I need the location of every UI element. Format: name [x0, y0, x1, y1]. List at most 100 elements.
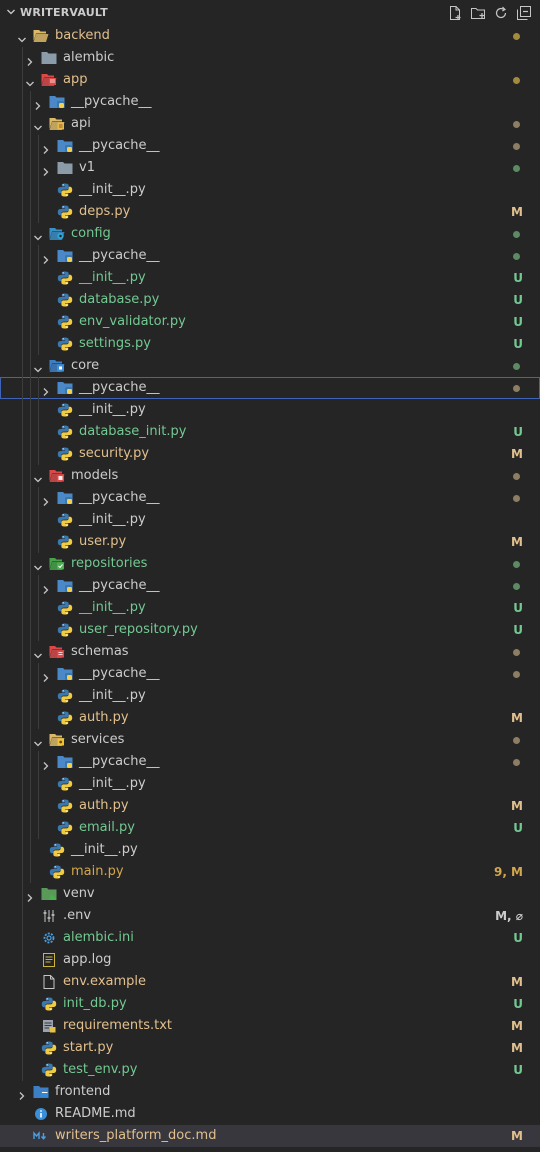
file-row[interactable]: user.py M [0, 531, 540, 553]
explorer-header[interactable]: WRITERVAULT [0, 0, 540, 26]
chevron-right-icon[interactable] [41, 493, 51, 506]
git-status-dot [513, 583, 520, 590]
file-row[interactable]: init_db.py U [0, 993, 540, 1015]
chevron-right-icon[interactable] [41, 669, 51, 682]
folder-row[interactable]: __pycache__ [0, 135, 540, 157]
folder-row[interactable]: frontend [0, 1081, 540, 1103]
git-status-badge: 9, M [493, 865, 523, 879]
chevron-right-icon[interactable] [17, 1087, 27, 1100]
folder-row[interactable]: app [0, 69, 540, 91]
folder-row[interactable]: services [0, 729, 540, 751]
chevron-right-icon[interactable] [33, 97, 43, 110]
folder-row[interactable]: venv [0, 883, 540, 905]
folder-row[interactable]: __pycache__ [0, 663, 540, 685]
file-row[interactable]: writers_platform_doc.md M [0, 1125, 540, 1147]
chevron-down-icon[interactable] [6, 7, 16, 17]
file-row[interactable]: test_env.py U [0, 1059, 540, 1081]
folder-schemas-icon [49, 645, 65, 659]
chevron-down-icon[interactable] [33, 119, 43, 131]
new-file-icon[interactable] [447, 5, 463, 21]
file-row[interactable]: README.md [0, 1103, 540, 1125]
chevron-right-icon[interactable] [41, 163, 51, 176]
chevron-right-icon[interactable] [41, 251, 51, 264]
folder-row[interactable]: core [0, 355, 540, 377]
git-status-badge: U [513, 931, 523, 945]
folder-label: app [63, 72, 88, 87]
file-label: app.log [63, 952, 112, 967]
file-row[interactable]: __init__.py [0, 685, 540, 707]
folder-row[interactable]: __pycache__ [0, 377, 540, 399]
chevron-down-icon[interactable] [17, 31, 27, 43]
chevron-right-icon[interactable] [41, 757, 51, 770]
file-row[interactable]: settings.py U [0, 333, 540, 355]
chevron-right-icon[interactable] [25, 53, 35, 66]
file-row[interactable]: auth.py M [0, 707, 540, 729]
folder-row[interactable]: backend [0, 25, 540, 47]
file-row[interactable]: deps.py M [0, 201, 540, 223]
chevron-down-icon[interactable] [33, 361, 43, 373]
folder-row[interactable]: api [0, 113, 540, 135]
file-row[interactable]: alembic.ini U [0, 927, 540, 949]
file-row[interactable]: user_repository.py U [0, 619, 540, 641]
file-row[interactable]: database_init.py U [0, 421, 540, 443]
file-row[interactable]: requirements.txt M [0, 1015, 540, 1037]
chevron-right-icon[interactable] [25, 889, 35, 902]
file-row[interactable]: __init__.py [0, 839, 540, 861]
file-row[interactable]: __init__.py [0, 399, 540, 421]
file-row[interactable]: .env M, ⌀ [0, 905, 540, 927]
chevron-right-icon[interactable] [41, 383, 51, 396]
git-status-dot [513, 759, 520, 766]
file-row[interactable]: email.py U [0, 817, 540, 839]
file-row[interactable]: main.py 9, M [0, 861, 540, 883]
file-row[interactable]: __init__.py [0, 773, 540, 795]
indent-guide [22, 443, 23, 465]
folder-row[interactable]: schemas [0, 641, 540, 663]
file-row[interactable]: auth.py M [0, 795, 540, 817]
folder-row[interactable]: __pycache__ [0, 487, 540, 509]
file-row[interactable]: env.example M [0, 971, 540, 993]
indent-guide [30, 751, 31, 773]
folder-row[interactable]: config [0, 223, 540, 245]
indent-guide [22, 861, 23, 883]
git-status-badge: M [511, 205, 523, 219]
git-status-badge: U [513, 997, 523, 1011]
chevron-down-icon[interactable] [33, 735, 43, 747]
folder-row[interactable]: __pycache__ [0, 575, 540, 597]
folder-row[interactable]: v1 [0, 157, 540, 179]
folder-row[interactable]: __pycache__ [0, 91, 540, 113]
file-row[interactable]: __init__.py U [0, 597, 540, 619]
file-row[interactable]: __init__.py U [0, 267, 540, 289]
folder-core-icon [49, 359, 65, 373]
chevron-down-icon[interactable] [33, 647, 43, 659]
file-label: env_validator.py [79, 314, 186, 329]
file-row[interactable]: database.py U [0, 289, 540, 311]
refresh-icon[interactable] [493, 5, 509, 21]
folder-row[interactable]: __pycache__ [0, 245, 540, 267]
folder-row[interactable]: models [0, 465, 540, 487]
collapse-all-icon[interactable] [516, 5, 532, 21]
git-status-dot [513, 649, 520, 656]
file-row[interactable]: security.py M [0, 443, 540, 465]
chevron-down-icon[interactable] [25, 75, 35, 87]
indent-guide [22, 355, 23, 377]
file-row[interactable]: __init__.py [0, 509, 540, 531]
indent-guide [38, 597, 39, 619]
indent-guide [22, 531, 23, 553]
file-row[interactable]: env_validator.py U [0, 311, 540, 333]
folder-row[interactable]: repositories [0, 553, 540, 575]
new-folder-icon[interactable] [470, 5, 486, 21]
file-row[interactable]: __init__.py [0, 179, 540, 201]
file-row[interactable]: start.py M [0, 1037, 540, 1059]
chevron-down-icon[interactable] [33, 229, 43, 241]
folder-row[interactable]: __pycache__ [0, 751, 540, 773]
git-status-badge: U [513, 821, 523, 835]
chevron-right-icon[interactable] [41, 141, 51, 154]
python-icon [49, 865, 65, 879]
file-row[interactable]: app.log [0, 949, 540, 971]
file-label: init_db.py [63, 996, 127, 1011]
folder-row[interactable]: alembic [0, 47, 540, 69]
chevron-right-icon[interactable] [41, 581, 51, 594]
indent-guide [22, 575, 23, 597]
chevron-down-icon[interactable] [33, 471, 43, 483]
chevron-down-icon[interactable] [33, 559, 43, 571]
